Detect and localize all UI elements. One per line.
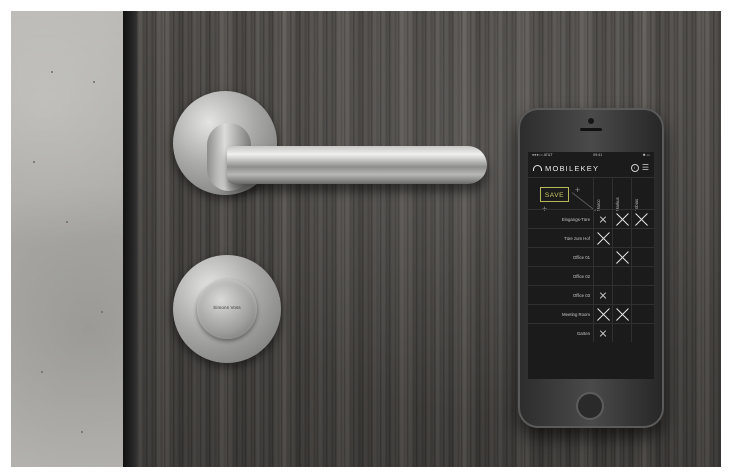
access-cell[interactable] (593, 229, 612, 247)
lock-rosette: Simons Voss (173, 255, 281, 363)
door-label: Office 01 (572, 254, 590, 260)
hamburger-menu-icon[interactable]: ☰ (642, 164, 649, 172)
door-label: Office 02 (572, 273, 590, 279)
save-button[interactable]: SAVE (540, 187, 569, 202)
front-camera (588, 118, 594, 124)
app-name: MOBILEKEY (545, 163, 600, 173)
status-bar: ●●●○○ AT&T 09:41 ✱ ▭ (528, 152, 654, 159)
access-cell[interactable] (631, 210, 650, 228)
access-cell[interactable] (631, 267, 650, 285)
table-row: Office 02 (528, 266, 654, 285)
app-logo: MOBILEKEY (533, 164, 599, 173)
carrier-signal: ●●●○○ AT&T (532, 153, 553, 157)
access-matrix: Eingangs-Türe Türe zum Hof Office 01 Off… (528, 209, 654, 342)
table-row: Garten (528, 323, 654, 342)
door-label: Office 03 (572, 292, 590, 298)
info-icon[interactable]: i (630, 164, 639, 172)
earpiece-speaker (580, 128, 602, 131)
access-cell[interactable] (593, 286, 612, 304)
access-cell[interactable] (631, 324, 650, 342)
access-cell[interactable] (593, 324, 612, 342)
status-time: 09:41 (593, 153, 603, 157)
access-cell[interactable] (631, 286, 650, 304)
door-label: Meeting Room (562, 311, 590, 317)
access-cell[interactable] (593, 210, 612, 228)
access-cell[interactable] (593, 248, 612, 266)
access-cell[interactable] (593, 267, 612, 285)
access-cell[interactable] (612, 248, 631, 266)
add-person-button[interactable]: + (575, 186, 580, 195)
lock-brand-label: Simons Voss (213, 305, 241, 310)
concrete-wall (11, 11, 123, 467)
access-cell[interactable] (612, 324, 631, 342)
door-lever-handle (227, 146, 487, 184)
door-label: Garten (576, 330, 590, 336)
phone-screen: ●●●○○ AT&T 09:41 ✱ ▭ MOBILEKEY i ☰ SAVE … (528, 152, 654, 379)
access-cell[interactable] (612, 305, 631, 323)
home-button[interactable] (576, 392, 604, 420)
access-cell[interactable] (593, 305, 612, 323)
access-cell[interactable] (612, 286, 631, 304)
door-label: Türe zum Hof (563, 235, 590, 241)
battery-indicator: ✱ ▭ (642, 153, 650, 157)
photo-frame: Simons Voss ●●●○○ AT&T 09:41 ✱ ▭ MOBILEK… (11, 11, 721, 467)
door-gap (123, 11, 137, 467)
table-row: Türe zum Hof (528, 228, 654, 247)
access-cell[interactable] (631, 305, 650, 323)
access-cell[interactable] (631, 229, 650, 247)
table-row: Office 01 (528, 247, 654, 266)
table-row: Eingangs-Türe (528, 209, 654, 228)
smartphone: ●●●○○ AT&T 09:41 ✱ ▭ MOBILEKEY i ☰ SAVE … (518, 108, 664, 428)
door-label: Eingangs-Türe (561, 216, 590, 222)
access-cell[interactable] (612, 210, 631, 228)
access-cell[interactable] (631, 248, 650, 266)
access-cell[interactable] (612, 267, 631, 285)
app-header: MOBILEKEY i ☰ (528, 159, 654, 178)
access-cell[interactable] (612, 229, 631, 247)
lock-cylinder: Simons Voss (197, 279, 257, 339)
table-row: Meeting Room (528, 304, 654, 323)
table-row: Office 03 (528, 285, 654, 304)
arc-logo-icon (533, 165, 542, 171)
